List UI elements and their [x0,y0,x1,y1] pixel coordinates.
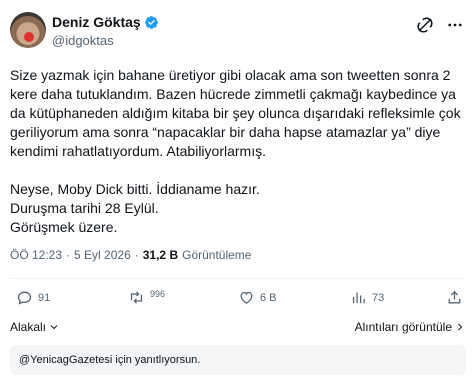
tweet-paragraph-1: Size yazmak için bahane üretiyor gibi ol… [10,67,461,159]
reply-icon [17,291,32,305]
tweet-meta: ÖÖ 12:23 · 5 Eyl 2026 · 31,2 B Görüntüle… [10,248,251,262]
chevron-right-icon [458,323,463,331]
views-label: Görüntüleme [182,248,252,262]
avatar-nose [24,32,34,42]
views-button[interactable]: 73 [350,289,384,306]
heart-icon [240,291,253,304]
share-button[interactable] [446,289,463,306]
reply-count: 91 [38,291,51,304]
verified-badge-icon [144,15,158,29]
action-bar: 91 996 6 B 73 [10,289,466,311]
header-actions [416,16,464,34]
chevron-down-icon [50,325,58,330]
tweet-date[interactable]: 5 Eyl 2026 [74,248,131,262]
meta-separator-2: · [134,248,139,262]
repost-count: 996 [150,288,166,299]
repost-button[interactable]: 996 [128,289,165,306]
like-count: 6 B [260,291,277,304]
view-quotes-label: Alıntıları görüntüle [354,320,452,334]
share-icon [448,290,461,304]
views-count: 31,2 B [142,248,179,262]
avatar[interactable] [10,12,46,48]
tweet-time[interactable]: ÖÖ 12:23 [10,248,62,262]
author-name[interactable]: Deniz Göktaş [52,14,141,30]
tweet-text: Size yazmak için bahane üretiyor gibi ol… [10,66,466,237]
reply-button[interactable]: 91 [16,289,50,306]
grok-icon[interactable] [416,16,434,34]
divider-top [10,278,466,279]
reply-filter-bar: Alakalı Alıntıları görüntüle [10,320,466,340]
like-button[interactable]: 6 B [238,289,277,306]
analytics-icon [352,292,365,304]
replying-text: @YenicagGazetesi için yanıtlıyorsun. [19,354,201,366]
meta-separator: · [66,248,71,262]
view-quotes-link[interactable]: Alıntıları görüntüle [355,320,466,334]
author-handle[interactable]: @idgoktas [52,33,159,48]
replying-notice[interactable]: @YenicagGazetesi için yanıtlıyorsun. [10,345,466,375]
more-icon[interactable] [446,16,464,34]
tweet-header: Deniz Göktaş @idgoktas [10,12,466,56]
tweet-paragraph-2: Neyse, Moby Dick bitti. İddianame hazır.… [10,181,260,235]
repost-icon [130,291,143,304]
bookmark-count: 73 [372,291,385,304]
relevance-dropdown[interactable]: Alakalı [10,320,60,334]
author-block: Deniz Göktaş @idgoktas [52,14,159,48]
relevance-label: Alakalı [10,320,47,334]
